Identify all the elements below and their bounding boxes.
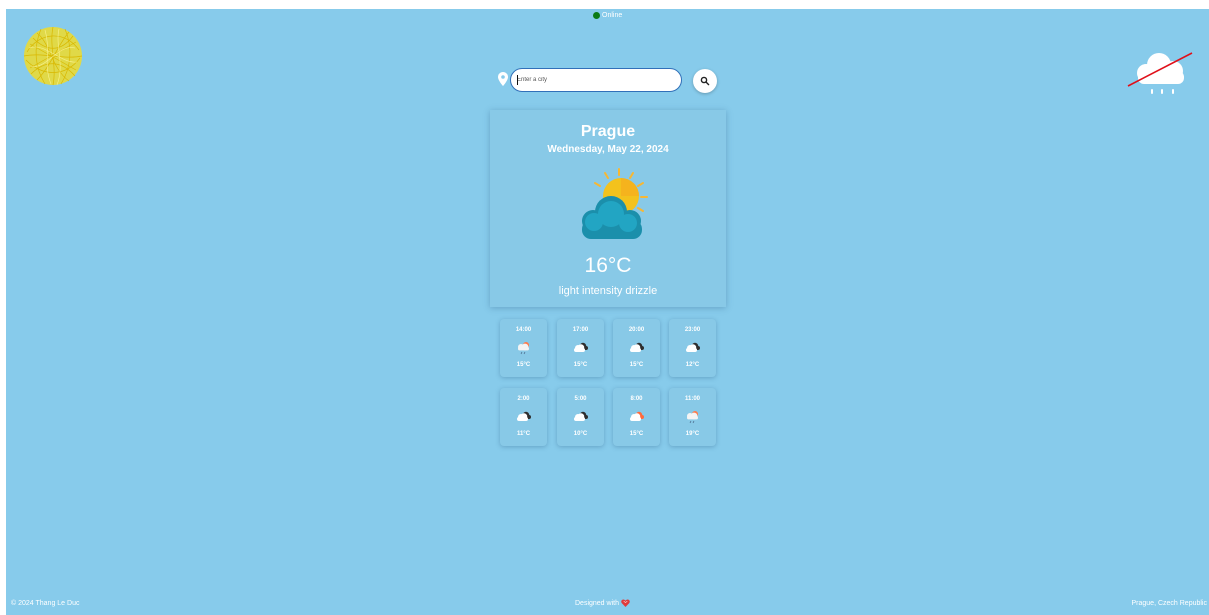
footer-location: Prague, Czech Republic (1131, 600, 1208, 607)
online-dot-icon (593, 12, 600, 19)
connection-status: Online (593, 12, 622, 19)
forecast-card: 20:00 15°C (613, 319, 660, 377)
location-pin-icon[interactable] (498, 72, 508, 86)
current-date: Wednesday, May 22, 2024 (547, 144, 669, 155)
forecast-time: 8:00 (630, 396, 643, 402)
search-icon (700, 76, 710, 86)
forecast-temperature: 19°C (685, 431, 700, 437)
forecast-temperature: 15°C (516, 362, 531, 368)
forecast-card: 23:00 12°C (669, 319, 716, 377)
footer-designed-with: Designed with (575, 599, 630, 607)
search-bar (497, 68, 723, 94)
heart-icon (621, 599, 630, 607)
cloudy-icon (517, 411, 531, 421)
search-button[interactable] (693, 69, 717, 93)
footer-copyright: © 2024 Thang Le Duc (11, 600, 80, 607)
forecast-temperature: 15°C (629, 431, 644, 437)
forecast-time: 11:00 (684, 396, 700, 402)
forecast-temperature: 11°C (516, 431, 531, 437)
forecast-card: 11:00 19°C (669, 388, 716, 446)
cloudy-icon (574, 411, 588, 421)
current-weather-card: Prague Wednesday, May 22, 2024 16°C ligh… (490, 110, 726, 307)
drizzle-icon (518, 342, 529, 355)
forecast-card: 5:00 10°C (557, 388, 604, 446)
designed-with-label: Designed with (575, 599, 619, 607)
cloudy-icon (630, 411, 644, 421)
partly-cloudy-sun-icon (582, 168, 648, 239)
sun-logo-icon[interactable] (21, 24, 85, 88)
forecast-card: 8:00 15°C (613, 388, 660, 446)
cloudy-icon (630, 342, 644, 352)
forecast-card: 2:00 11°C (500, 388, 547, 446)
weather-app: Online Enter a city Prague Wednesday, Ma… (6, 9, 1209, 615)
forecast-time: 17:00 (572, 327, 589, 333)
rain-toggle-icon[interactable] (1124, 47, 1194, 103)
forecast-time: 20:00 (628, 327, 645, 333)
city-search-input[interactable] (510, 68, 682, 92)
forecast-temperature: 15°C (629, 362, 644, 368)
forecast-time: 2:00 (517, 396, 530, 402)
current-temperature: 16°C (584, 254, 632, 277)
forecast-time: 14:00 (515, 327, 532, 333)
drizzle-icon (687, 411, 698, 424)
forecast-card: 17:00 15°C (557, 319, 604, 377)
forecast-temperature: 10°C (573, 431, 588, 437)
city-name: Prague (580, 123, 636, 140)
forecast-temperature: 15°C (573, 362, 588, 368)
status-label: Online (602, 12, 623, 19)
cloudy-icon (686, 342, 700, 352)
weather-description: light intensity drizzle (558, 285, 658, 297)
text-caret (517, 75, 518, 85)
forecast-time: 5:00 (574, 396, 587, 402)
cloudy-icon (574, 342, 588, 352)
forecast-temperature: 12°C (685, 362, 700, 368)
forecast-card: 14:00 15°C (500, 319, 547, 377)
forecast-time: 23:00 (684, 327, 701, 333)
